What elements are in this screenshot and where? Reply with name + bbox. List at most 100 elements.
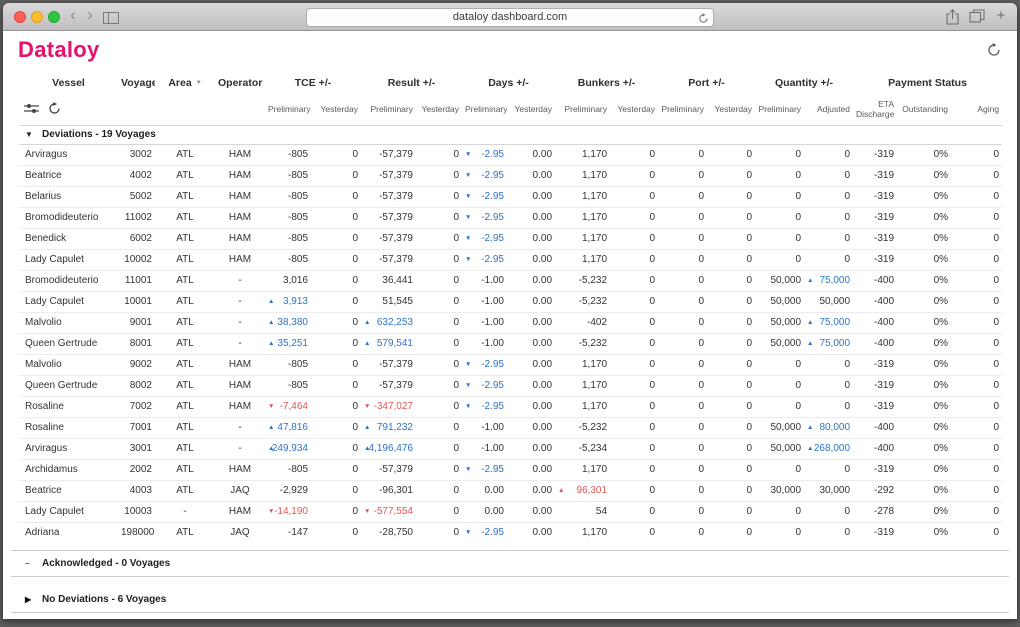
col-preliminary[interactable]: Preliminary xyxy=(555,95,610,125)
col-group-operator[interactable]: Operator▼ xyxy=(215,71,265,95)
cell-days-yesterday: 0.00 xyxy=(507,333,555,354)
col-group-port[interactable]: Port +/- xyxy=(658,71,755,95)
col-yesterday[interactable]: Yesterday xyxy=(416,95,462,125)
cell-quantity-preliminary: 0 xyxy=(755,165,804,186)
cell-tce-yesterday: 0 xyxy=(311,480,361,501)
new-tab-icon[interactable]: + xyxy=(993,7,1009,24)
col-preliminary[interactable]: Preliminary xyxy=(361,95,416,125)
cell-quantity-preliminary: 0 xyxy=(755,522,804,543)
voyage-row[interactable]: Adriana1980002ATLJAQ-1470-28,7500▼-2.950… xyxy=(19,522,1002,543)
up-arrow-icon: ▲ xyxy=(807,277,813,284)
forward-button[interactable]: › xyxy=(83,5,97,25)
col-group-payment-status[interactable]: Payment Status xyxy=(853,71,1002,95)
cell-area: ATL xyxy=(155,522,215,543)
up-arrow-icon: ▲ xyxy=(364,424,370,431)
col-aging[interactable]: Aging xyxy=(951,95,1002,125)
col-group-bunkers[interactable]: Bunkers +/- xyxy=(555,71,658,95)
cell-voyage: 6002 xyxy=(118,228,155,249)
cell-days-yesterday: 0.00 xyxy=(507,312,555,333)
col-eta-discharge[interactable]: ETA Discharge xyxy=(853,95,897,125)
col-group-area[interactable]: Area▼ xyxy=(155,71,215,95)
share-icon[interactable] xyxy=(946,9,959,30)
voyage-row[interactable]: Arviragus3001ATL-▲249,9340▲4,196,4760-1.… xyxy=(19,438,1002,459)
section-deviations[interactable]: ▼Deviations - 19 Voyages xyxy=(19,125,1002,144)
col-yesterday[interactable]: Yesterday xyxy=(507,95,555,125)
col-yesterday[interactable]: Yesterday xyxy=(311,95,361,125)
col-preliminary[interactable]: Preliminary xyxy=(462,95,507,125)
cell-operator: HAM xyxy=(215,501,265,522)
tabs-overview-icon[interactable] xyxy=(969,9,985,28)
cell-result-preliminary: ▲579,541 xyxy=(361,333,416,354)
col-group-voyage[interactable]: Voyage xyxy=(118,71,155,95)
address-bar[interactable] xyxy=(306,8,714,27)
cell-quantity-preliminary: 0 xyxy=(755,354,804,375)
cell-value: -347,027 xyxy=(374,401,413,412)
col-yesterday[interactable]: Yesterday xyxy=(610,95,658,125)
zoom-button[interactable] xyxy=(48,11,60,23)
voyage-row[interactable]: Lady Capulet10003-HAM▼-14,1900▼-577,5540… xyxy=(19,501,1002,522)
col-preliminary[interactable]: Preliminary xyxy=(265,95,311,125)
up-arrow-icon: ▲ xyxy=(268,445,274,452)
cell-quantity-adjusted: ▲75,000 xyxy=(804,312,853,333)
voyage-row[interactable]: Malvolio9001ATL-▲38,3800▲632,2530-1.000.… xyxy=(19,312,1002,333)
down-arrow-icon: ▼ xyxy=(364,403,370,410)
col-group-quantity[interactable]: Quantity +/- xyxy=(755,71,853,95)
column-settings-icon[interactable] xyxy=(24,102,39,118)
cell-tce-yesterday: 0 xyxy=(311,207,361,228)
col-preliminary[interactable]: Preliminary xyxy=(658,95,707,125)
cell-bunkers-preliminary: 1,170 xyxy=(555,144,610,165)
up-arrow-icon: ▲ xyxy=(268,340,274,347)
voyage-row[interactable]: Queen Gertrude8002ATLHAM-8050-57,3790▼-2… xyxy=(19,375,1002,396)
col-group-vessel[interactable]: Vessel xyxy=(19,71,118,95)
col-group-result[interactable]: Result +/- xyxy=(361,71,462,95)
voyage-row[interactable]: Beatrice4003ATLJAQ-2,9290-96,30100.000.0… xyxy=(19,480,1002,501)
voyage-row[interactable]: Belarius5002ATLHAM-8050-57,3790▼-2.950.0… xyxy=(19,186,1002,207)
voyage-row[interactable]: Lady Capulet10002ATLHAM-8050-57,3790▼-2.… xyxy=(19,249,1002,270)
close-button[interactable] xyxy=(14,11,26,23)
cell-operator: JAQ xyxy=(215,522,265,543)
dashboard-refresh-icon[interactable] xyxy=(987,43,1001,62)
col-yesterday[interactable]: Yesterday xyxy=(707,95,755,125)
voyage-row[interactable]: Bromodideuterio11001ATL-3,016036,4410-1.… xyxy=(19,270,1002,291)
voyage-row[interactable]: Archidamus2002ATLHAM-8050-57,3790▼-2.950… xyxy=(19,459,1002,480)
cell-port-preliminary: 0 xyxy=(658,417,707,438)
cell-port-preliminary: 0 xyxy=(658,249,707,270)
voyage-row[interactable]: Malvolio9002ATLHAM-8050-57,3790▼-2.950.0… xyxy=(19,354,1002,375)
section-acknowledged[interactable]: − Acknowledged - 0 Voyages xyxy=(11,550,1009,577)
col-group-tce[interactable]: TCE +/- xyxy=(265,71,361,95)
cell-port-yesterday: 0 xyxy=(707,249,755,270)
cell-value: -2.95 xyxy=(481,464,504,475)
voyage-row[interactable]: Bromodideuterio11002ATLHAM-8050-57,3790▼… xyxy=(19,207,1002,228)
cell-area: ATL xyxy=(155,312,215,333)
cell-aging: 0 xyxy=(951,522,1002,543)
col-outstanding[interactable]: Outstanding xyxy=(897,95,951,125)
voyage-row[interactable]: Arviragus3002ATLHAM-8050-57,3790▼-2.950.… xyxy=(19,144,1002,165)
voyage-row[interactable]: Lady Capulet10001ATL-▲3,913051,5450-1.00… xyxy=(19,291,1002,312)
cell-result-yesterday: 0 xyxy=(416,438,462,459)
refresh-data-icon[interactable] xyxy=(48,102,61,118)
col-adjusted[interactable]: Adjusted xyxy=(804,95,853,125)
cell-quantity-adjusted: 0 xyxy=(804,165,853,186)
cell-outstanding: 0% xyxy=(897,522,951,543)
voyage-row[interactable]: Benedick6002ATLHAM-8050-57,3790▼-2.950.0… xyxy=(19,228,1002,249)
up-arrow-icon: ▲ xyxy=(558,487,564,494)
voyage-row[interactable]: Queen Gertrude8001ATL-▲35,2510▲579,5410-… xyxy=(19,333,1002,354)
cell-tce-yesterday: 0 xyxy=(311,501,361,522)
area-filter-icon[interactable]: ▼ xyxy=(196,80,202,86)
cell-vessel: Bromodideuterio xyxy=(19,207,118,228)
cell-days-yesterday: 0.00 xyxy=(507,375,555,396)
voyage-row[interactable]: Rosaline7001ATL-▲47,8160▲791,2320-1.000.… xyxy=(19,417,1002,438)
sidebar-toggle-icon[interactable] xyxy=(103,11,119,29)
cell-aging: 0 xyxy=(951,375,1002,396)
col-group-days[interactable]: Days +/- xyxy=(462,71,555,95)
cell-days-preliminary: ▼-2.95 xyxy=(462,207,507,228)
voyage-row[interactable]: Beatrice4002ATLHAM-8050-57,3790▼-2.950.0… xyxy=(19,165,1002,186)
col-preliminary[interactable]: Preliminary xyxy=(755,95,804,125)
section-no-deviations[interactable]: ▶ No Deviations - 6 Voyages xyxy=(11,586,1009,613)
voyage-row[interactable]: Rosaline7002ATLHAM▼-7,4640▼-347,0270▼-2.… xyxy=(19,396,1002,417)
cell-days-preliminary: 0.00 xyxy=(462,480,507,501)
page-reload-icon[interactable] xyxy=(698,11,709,29)
cell-tce-yesterday: 0 xyxy=(311,417,361,438)
minimize-button[interactable] xyxy=(31,11,43,23)
back-button[interactable]: ‹ xyxy=(66,5,80,25)
